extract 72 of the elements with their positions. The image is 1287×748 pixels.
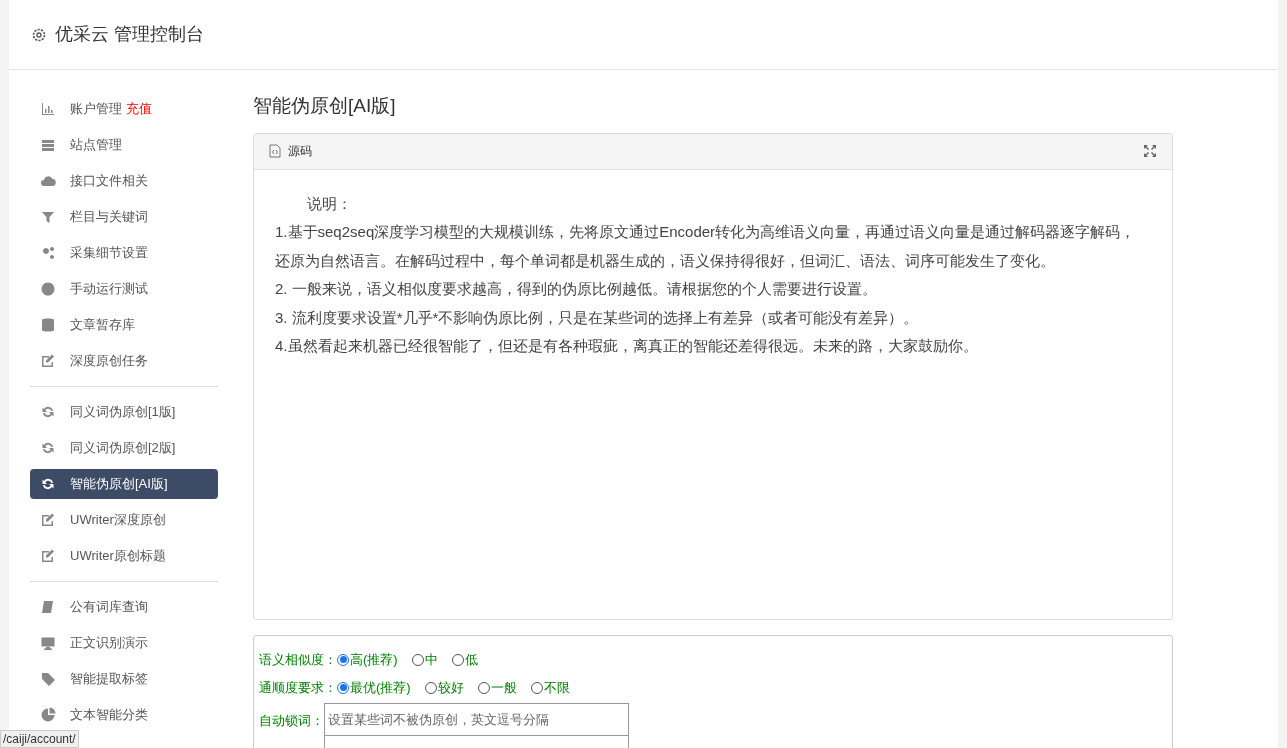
console-title: 优采云 管理控制台 bbox=[55, 23, 204, 46]
radio-option[interactable]: 最优(推荐) bbox=[337, 677, 411, 698]
sidebar-label: 站点管理 bbox=[70, 136, 122, 155]
radio-option[interactable]: 高(推荐) bbox=[337, 649, 398, 670]
sidebar-label: UWriter原创标题 bbox=[70, 547, 166, 566]
refresh-icon bbox=[40, 404, 56, 420]
sidebar-item[interactable]: 站点管理 bbox=[30, 130, 218, 160]
sidebar-label: 接口文件相关 bbox=[70, 172, 148, 191]
sidebar-item[interactable]: 文本智能分类 bbox=[30, 700, 218, 730]
filter-icon bbox=[40, 209, 56, 225]
sidebar-label: 栏目与关键词 bbox=[70, 208, 148, 227]
refresh-icon bbox=[40, 440, 56, 456]
refresh-icon bbox=[40, 476, 56, 492]
recharge-link[interactable]: 充值 bbox=[126, 99, 152, 119]
sidebar-item[interactable]: 栏目与关键词 bbox=[30, 202, 218, 232]
sidebar-label: 公有词库查询 bbox=[70, 598, 148, 617]
sidebar-item[interactable]: 文章暂存库 bbox=[30, 310, 218, 340]
sidebar-item[interactable]: 账户管理 充值 bbox=[30, 94, 218, 124]
lock-words-field[interactable]: 设置某些词不被伪原创，英文逗号分隔 bbox=[324, 702, 629, 736]
sidebar-label: 手动运行测试 bbox=[70, 280, 148, 299]
server-icon bbox=[40, 137, 56, 153]
edit-icon bbox=[40, 353, 56, 369]
bar-chart-icon bbox=[40, 101, 56, 117]
radio-option[interactable]: 不限 bbox=[530, 677, 570, 698]
sidebar-item[interactable]: 智能提取标签 bbox=[30, 664, 218, 694]
tag-icon bbox=[40, 671, 56, 687]
sidebar-label: 文章暂存库 bbox=[70, 316, 135, 335]
status-url: /caiji/account/ bbox=[0, 730, 79, 748]
sidebar-label: 采集细节设置 bbox=[70, 244, 148, 263]
sidebar-item[interactable]: 同义词伪原创[1版] bbox=[30, 397, 218, 427]
radio-option[interactable]: 较好 bbox=[424, 677, 464, 698]
source-code-icon[interactable] bbox=[269, 144, 281, 158]
sidebar-item[interactable]: 接口文件相关 bbox=[30, 166, 218, 196]
sidebar-label: 深度原创任务 bbox=[70, 352, 148, 371]
sidebar-label: 正文识别演示 bbox=[70, 634, 148, 653]
sidebar-label: 智能伪原创[AI版] bbox=[70, 475, 168, 494]
sidebar-label: 智能提取标签 bbox=[70, 670, 148, 689]
editor-paragraph: 2. 一般来说，语义相似度要求越高，得到的伪原比例越低。请根据您的个人需要进行设置。 bbox=[275, 279, 878, 299]
source-button[interactable]: 源码 bbox=[288, 142, 312, 160]
sidebar-item[interactable]: 公有词库查询 bbox=[30, 592, 218, 622]
option-label: 语义相似度： bbox=[259, 650, 337, 669]
edit-icon bbox=[40, 512, 56, 528]
sidebar-item[interactable]: 正文识别演示 bbox=[30, 628, 218, 658]
pie-chart-icon bbox=[40, 707, 56, 723]
sidebar-item[interactable]: 深度原创任务 bbox=[30, 346, 218, 376]
radio-option[interactable]: 一般 bbox=[477, 677, 517, 698]
cloud-upload-icon bbox=[40, 173, 56, 189]
editor-paragraph: 1.基于seq2seq深度学习模型的大规模训练，先将原文通过Encoder转化为高维语义向量，再通过语义向量是通过解码器逐字解码，还原为自然语言。在解码过程中，每个单词都是机器生成的，语义保持得很好，但词汇、语法、词序可能发生了变化。 bbox=[275, 222, 1137, 271]
editor-paragraph: 3. 流利度要求设置*几乎*不影响伪原比例，只是在某些词的选择上有差异（或者可能没有差异）。 bbox=[275, 307, 920, 328]
sidebar-label: 同义词伪原创[2版] bbox=[70, 439, 176, 458]
sidebar-item[interactable]: 手动运行测试 bbox=[30, 274, 218, 304]
sidebar-label: UWriter深度原创 bbox=[70, 511, 166, 530]
edit-icon bbox=[40, 548, 56, 564]
option-label: 自动锁词： bbox=[259, 711, 324, 730]
sidebar-label: 账户管理 bbox=[70, 100, 122, 119]
editor-paragraph: 说明： bbox=[306, 193, 353, 214]
sidebar-item[interactable]: 同义词伪原创[2版] bbox=[30, 433, 218, 463]
sidebar-item[interactable]: 智能伪原创[AI版] bbox=[30, 469, 218, 499]
book-icon bbox=[40, 599, 56, 615]
sidebar-item[interactable]: 采集细节设置 bbox=[30, 238, 218, 268]
option-label: 通顺度要求： bbox=[259, 678, 337, 697]
sidebar-item[interactable]: UWriter深度原创 bbox=[30, 505, 218, 535]
radio-option[interactable]: 中 bbox=[411, 649, 438, 670]
radio-option[interactable]: 低 bbox=[451, 649, 478, 670]
sidebar-item[interactable]: UWriter原创标题 bbox=[30, 541, 218, 571]
editor-paragraph: 4.虽然看起来机器已经很智能了，但还是有各种瑕疵，离真正的智能还差得很远。未来的路，大家鼓励你。 bbox=[275, 336, 979, 356]
fullscreen-icon[interactable] bbox=[1143, 144, 1157, 158]
sidebar-label: 文本智能分类 bbox=[70, 706, 148, 725]
sidebar-label: 同义词伪原创[1版] bbox=[70, 403, 176, 422]
page-title: 智能伪原创[AI版] bbox=[253, 94, 397, 118]
monitor-icon bbox=[40, 635, 56, 651]
settings-icon bbox=[31, 26, 47, 43]
